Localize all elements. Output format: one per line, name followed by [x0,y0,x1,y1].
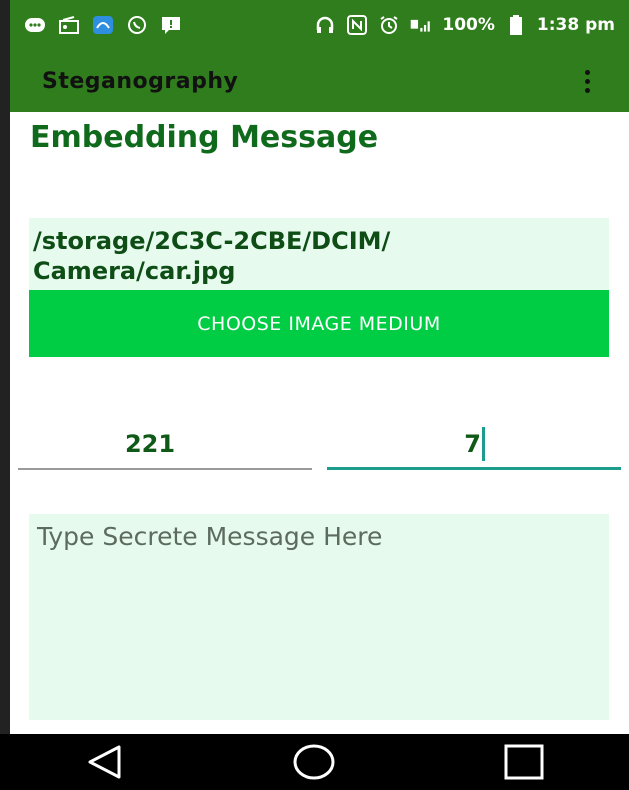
alarm-icon [378,15,400,35]
app-title: Steganography [42,68,239,94]
home-icon[interactable] [284,740,344,784]
first-number-value: 221 [124,430,176,458]
first-number-field[interactable]: 221 [18,420,312,470]
recents-icon[interactable] [494,740,554,784]
secret-message-input[interactable]: Type Secrete Message Here [29,514,609,720]
status-left-icons [24,15,182,35]
app-bar: Steganography [10,50,629,112]
status-time: 1:38 pm [536,15,615,35]
image-path-display: /storage/2C3C-2CBE/DCIM/ Camera/car.jpg [29,218,609,290]
nfc-icon [346,15,368,35]
left-edge-strip [0,0,10,734]
headphones-icon [314,15,336,35]
overflow-menu-icon[interactable] [575,65,599,97]
secret-message-placeholder: Type Secrete Message Here [37,522,383,551]
message-icon [24,15,46,35]
navigation-bar [0,734,629,790]
radio-icon [58,15,80,35]
page-heading: Embedding Message [30,120,379,155]
image-path-text: /storage/2C3C-2CBE/DCIM/ Camera/car.jpg [33,227,391,285]
choose-image-button[interactable]: CHOOSE IMAGE MEDIUM [29,290,609,357]
whatsapp-icon [126,15,148,35]
app-icon [92,15,114,35]
status-bar: 100% 1:38 pm [10,0,629,50]
signal-icon [410,15,432,35]
status-right-icons: 100% 1:38 pm [314,15,615,35]
battery-icon [505,15,527,35]
second-number-value: 7 [464,429,481,458]
back-icon[interactable] [75,740,135,784]
notification-icon [160,15,182,35]
text-cursor [482,426,485,461]
battery-percent: 100% [442,15,495,35]
second-number-field[interactable]: 7 [327,420,621,470]
